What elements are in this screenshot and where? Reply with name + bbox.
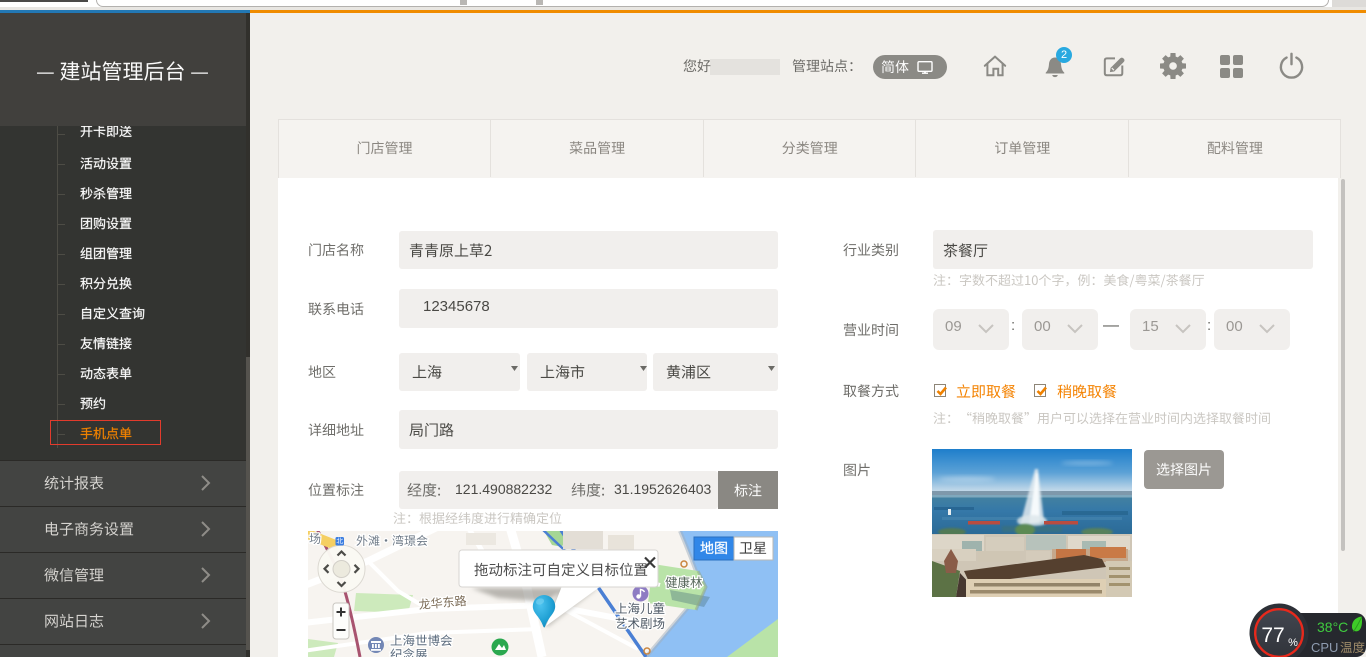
svg-text:77: 77 [1261,624,1284,647]
svg-text:%: % [1288,637,1298,649]
